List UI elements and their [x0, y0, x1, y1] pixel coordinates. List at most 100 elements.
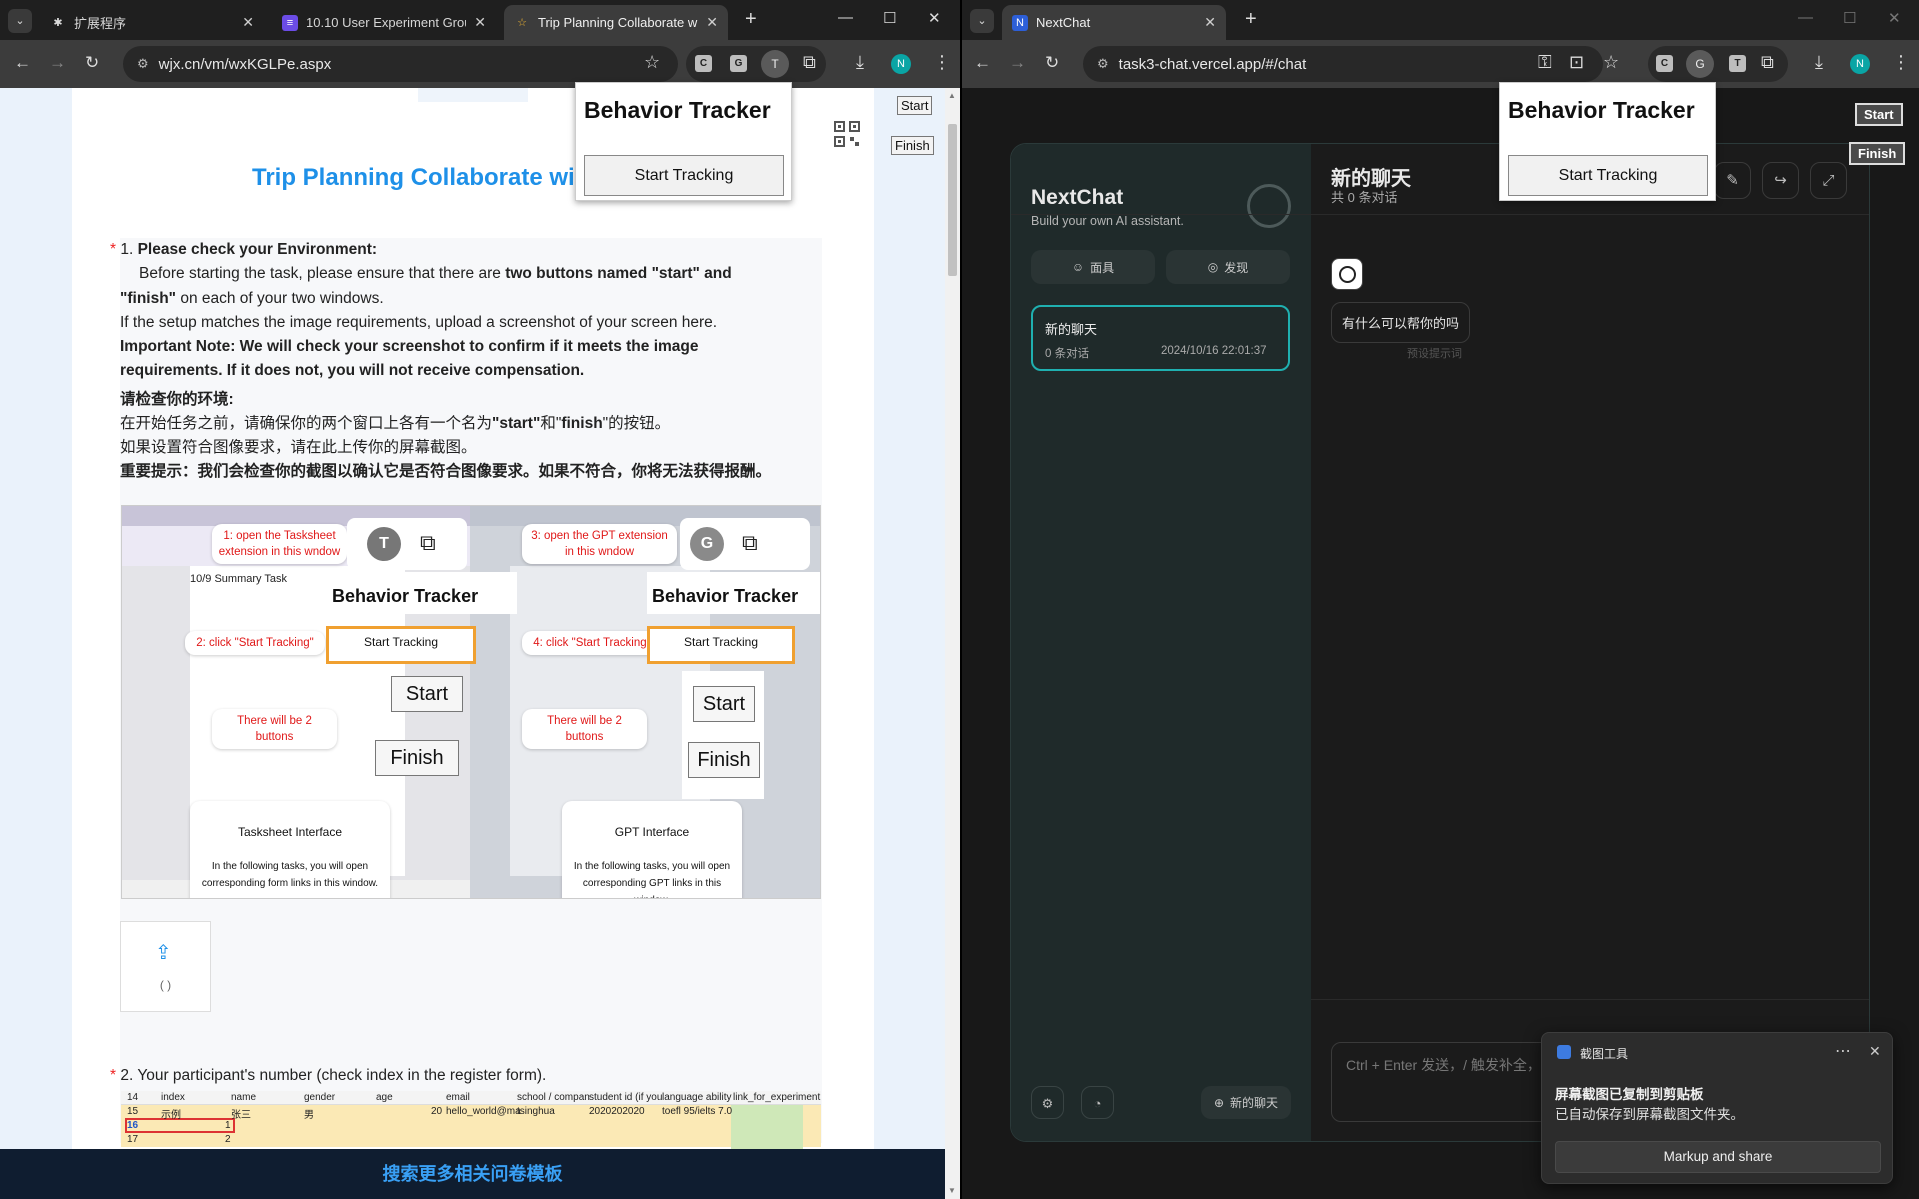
new-chat-button[interactable]: ⊕ 新的聊天 — [1201, 1086, 1291, 1119]
minimize-icon[interactable]: — — [838, 9, 853, 26]
extension-c-icon[interactable]: C — [1656, 55, 1673, 72]
back-icon[interactable]: ← — [974, 53, 991, 73]
new-tab-icon[interactable]: + — [1245, 8, 1257, 31]
tab-user-experiment[interactable]: ≡ 10.10 User Experiment Grou ✕ — [272, 5, 496, 40]
download-icon[interactable]: ⤓ — [1815, 52, 1823, 73]
sheet-col-language: language ability — [662, 1092, 732, 1103]
download-icon[interactable]: ⤓ — [856, 52, 864, 73]
start-tracking-button[interactable]: Start Tracking — [584, 155, 784, 196]
menu-icon[interactable]: ⋮ — [933, 52, 951, 73]
example-tracker-title: Behavior Tracker — [332, 586, 479, 606]
scroll-up-icon[interactable]: ▲ — [948, 91, 956, 100]
toast-close-icon[interactable]: ✕ — [1869, 1043, 1881, 1060]
upload-button[interactable]: ⇪ ( ) — [120, 921, 211, 1012]
preset-hint: 预设提示词 — [1407, 348, 1462, 360]
close-icon[interactable]: ✕ — [1204, 14, 1216, 31]
site-info-icon[interactable]: ⚙ — [137, 56, 149, 72]
close-icon[interactable]: ✕ — [242, 14, 254, 31]
window-close-icon[interactable]: ✕ — [928, 9, 941, 27]
avatar[interactable]: N — [1850, 54, 1870, 74]
chat-session-item[interactable]: 新的聊天 0 条对话 2024/10/16 22:01:37 — [1031, 305, 1290, 371]
example-finish-button-2: Finish — [688, 742, 760, 778]
question-1-cn-heading: 请检查你的环境: — [120, 391, 234, 408]
avatar[interactable]: N — [891, 54, 911, 74]
tab-search-icon[interactable]: ⌄ — [970, 9, 994, 33]
extension-c-icon[interactable]: C — [695, 55, 712, 72]
menu-icon[interactable]: ⋮ — [1892, 52, 1910, 73]
bookmark-star-icon[interactable]: ☆ — [644, 52, 660, 73]
toolbar-right: ← → ↻ ⚙ task3-chat.vercel.app/#/chat ⚿ ⊡… — [962, 40, 1919, 88]
minimize-icon[interactable]: — — [1798, 9, 1813, 26]
more-options-icon[interactable]: ⋯ — [1835, 1041, 1851, 1061]
template-search-banner[interactable]: 搜索更多相关问卷模板 — [0, 1149, 945, 1199]
markup-and-share-button[interactable]: Markup and share — [1555, 1141, 1881, 1173]
extensions-puzzle-icon[interactable]: ⧉ — [803, 52, 816, 73]
close-icon[interactable]: ✕ — [706, 14, 718, 31]
tab-nextchat[interactable]: N NextChat ✕ — [1002, 5, 1226, 40]
new-tab-icon[interactable]: + — [745, 8, 757, 31]
qr-code-icon[interactable] — [834, 121, 860, 147]
extension-g-icon[interactable]: G — [730, 55, 747, 72]
example-start-button-2: Start — [693, 686, 755, 722]
annotation-buttons-right: There will be 2 buttons — [522, 709, 647, 749]
share-icon[interactable]: ↪ — [1762, 162, 1799, 199]
plus-circle-icon: ⊕ — [1213, 1095, 1225, 1110]
behavior-tracker-popup-right: Behavior Tracker Start Tracking — [1499, 82, 1716, 201]
left-browser-window: ⌄ ✱ 扩展程序 ✕ ≡ 10.10 User Experiment Grou … — [0, 0, 960, 1199]
tab-trip-planning[interactable]: ☆ Trip Planning Collaborate w ✕ — [504, 5, 728, 40]
address-bar[interactable]: ⚙ task3-chat.vercel.app/#/chat — [1083, 46, 1603, 82]
back-icon[interactable]: ← — [14, 53, 31, 73]
bookmark-star-icon[interactable]: ☆ — [1603, 52, 1619, 73]
reload-icon[interactable]: ↻ — [1045, 53, 1059, 73]
forward-icon[interactable]: → — [49, 53, 66, 73]
openai-logo-icon — [1247, 184, 1291, 228]
extension-t-icon[interactable]: T — [1729, 55, 1746, 72]
toast-body: 已自动保存到屏幕截图文件夹。 — [1555, 1107, 1744, 1122]
address-bar[interactable]: ⚙ wjx.cn/vm/wxKGLPe.aspx — [123, 46, 678, 82]
maximize-icon[interactable]: ☐ — [1843, 9, 1856, 27]
forward-icon[interactable]: → — [1009, 53, 1026, 73]
toolbar: ← → ↻ ⚙ wjx.cn/vm/wxKGLPe.aspx ☆ C G T ⧉… — [0, 40, 960, 88]
tab-search-icon[interactable]: ⌄ — [8, 9, 32, 33]
snipping-tool-notification[interactable]: 截图工具 ⋯ ✕ 屏幕截图已复制到剪贴板 已自动保存到屏幕截图文件夹。 Mark… — [1541, 1032, 1893, 1184]
page-finish-button[interactable]: Finish — [891, 136, 934, 155]
sheet-cell: 2020202020 — [589, 1106, 645, 1117]
tab-extensions[interactable]: ✱ 扩展程序 ✕ — [40, 5, 264, 40]
fullscreen-icon[interactable]: ⤢ — [1810, 162, 1847, 199]
sheet-rownum-15: 15 — [127, 1106, 139, 1117]
sheet-col-student-id: student id (if you — [589, 1092, 663, 1103]
tab-strip-right: ⌄ N NextChat ✕ + — ☐ ✕ — [962, 0, 1919, 40]
page-start-button[interactable]: Start — [897, 96, 933, 115]
reload-icon[interactable]: ↻ — [85, 53, 99, 73]
mask-button[interactable]: ☺ 面具 — [1031, 250, 1155, 284]
password-key-icon[interactable]: ⚿ — [1538, 52, 1552, 73]
extension-t-icon[interactable]: T — [761, 50, 789, 78]
extensions-puzzle-icon[interactable]: ⧉ — [1761, 52, 1774, 73]
close-icon[interactable]: ✕ — [474, 14, 486, 31]
banner-strip — [418, 88, 528, 102]
extension-g-icon[interactable]: G — [1686, 50, 1714, 78]
discover-button[interactable]: ◎ 发现 — [1166, 250, 1290, 284]
window-close-icon[interactable]: ✕ — [1888, 9, 1901, 27]
example-gpt-caption: GPT Interface In the following tasks, yo… — [562, 801, 742, 898]
sheet-cell: 示例 — [161, 1110, 181, 1121]
install-app-icon[interactable]: ⊡ — [1569, 52, 1584, 73]
chat-header-divider — [1011, 214, 1869, 215]
scroll-down-icon[interactable]: ▼ — [948, 1186, 956, 1195]
annotation-step-3: 3: open the GPT extension in this wndow — [522, 524, 677, 564]
bot-avatar — [1331, 258, 1363, 290]
github-icon[interactable]: ◔ — [1081, 1086, 1114, 1119]
page-finish-button-right[interactable]: Finish — [1849, 142, 1906, 165]
settings-gear-icon[interactable]: ⚙ — [1031, 1086, 1064, 1119]
puzzle-icon: ✱ — [53, 16, 63, 29]
star-icon: ☆ — [517, 16, 527, 29]
page-start-button-right[interactable]: Start — [1855, 103, 1903, 126]
example-start-button: Start — [391, 676, 463, 712]
edit-icon[interactable]: ✎ — [1714, 162, 1751, 199]
behavior-tracker-popup: Behavior Tracker Start Tracking — [575, 82, 792, 201]
site-info-icon[interactable]: ⚙ — [1097, 56, 1109, 72]
page-scrollbar[interactable]: ▲ ▼ — [945, 88, 960, 1199]
maximize-icon[interactable]: ☐ — [883, 9, 896, 27]
scroll-thumb[interactable] — [948, 124, 957, 276]
start-tracking-button[interactable]: Start Tracking — [1508, 155, 1708, 196]
